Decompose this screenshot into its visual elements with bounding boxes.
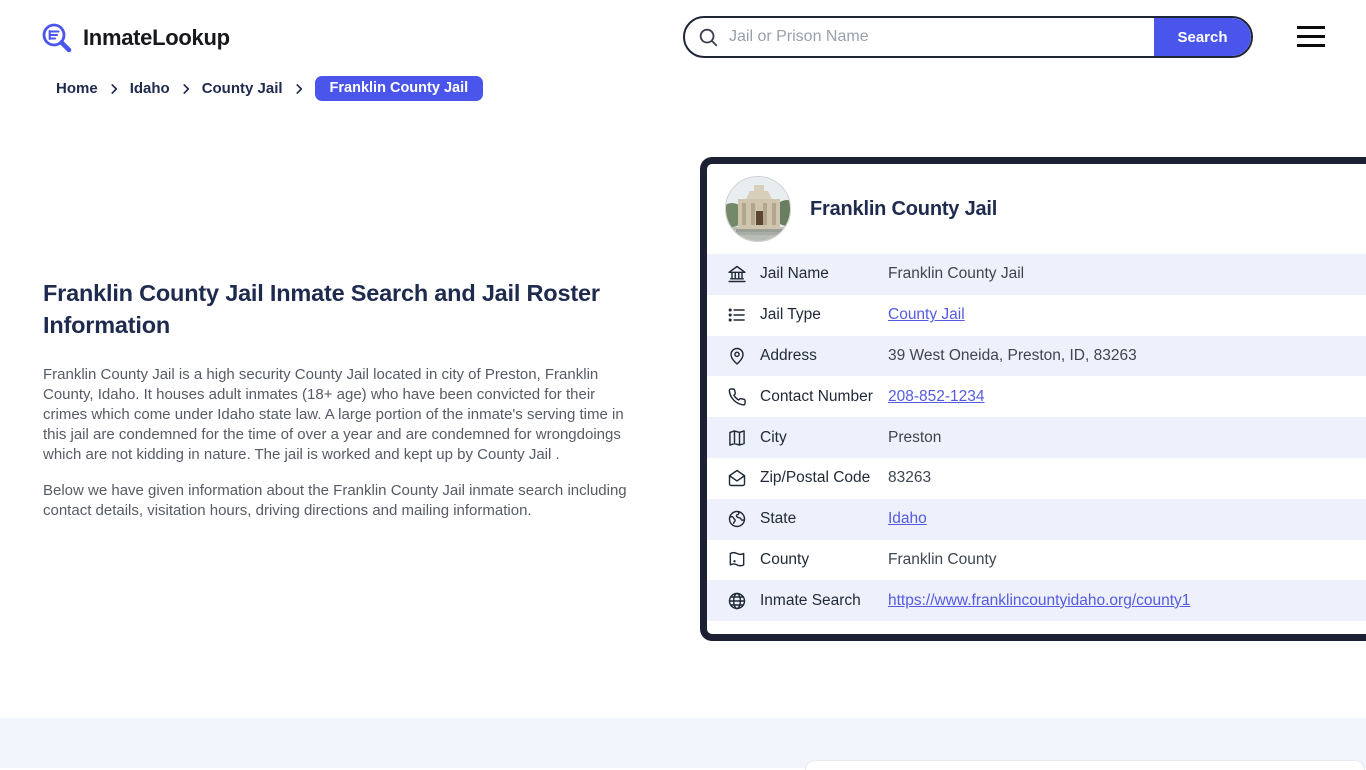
row-value-link[interactable]: https://www.franklincountyidaho.org/coun…	[888, 592, 1190, 610]
brand-name: InmateLookup	[83, 25, 230, 50]
map-icon	[727, 428, 747, 448]
breadcrumb-idaho[interactable]: Idaho	[130, 80, 170, 97]
row-label: Inmate Search	[760, 591, 861, 609]
jail-detail-row: County Franklin County	[707, 539, 1366, 581]
jail-detail-row: Address 39 West Oneida, Preston, ID, 8326…	[707, 335, 1366, 377]
magnifier-doc-icon	[40, 21, 74, 55]
phone-icon	[727, 387, 747, 407]
row-value: Franklin County	[888, 550, 997, 568]
row-label: State	[760, 510, 797, 528]
search-bar: Search	[683, 16, 1253, 58]
row-value: 39 West Oneida, Preston, ID, 83263	[888, 346, 1137, 364]
breadcrumb-county-jail[interactable]: County Jail	[202, 80, 283, 97]
list-icon	[727, 305, 747, 325]
row-label: Jail Name	[760, 265, 829, 283]
chevron-right-icon	[107, 82, 121, 96]
jail-detail-row: Zip/Postal Code 83263	[707, 457, 1366, 499]
envelope-open-icon	[727, 468, 747, 488]
bank-icon	[727, 264, 747, 284]
chevron-right-icon	[179, 82, 193, 96]
row-value: Preston	[888, 428, 942, 446]
breadcrumb-current-badge: Franklin County Jail	[314, 76, 484, 101]
jail-detail-row: Contact Number 208-852-1234	[707, 376, 1366, 418]
article: Franklin County Jail Inmate Search and J…	[43, 277, 629, 537]
bottom-section	[0, 718, 1366, 770]
row-label: Address	[760, 346, 817, 364]
row-value-link[interactable]: 208-852-1234	[888, 388, 985, 406]
breadcrumb: Home Idaho County Jail Franklin County J…	[56, 76, 484, 101]
jail-card-header: Franklin County Jail	[707, 164, 1366, 254]
courthouse-photo	[725, 176, 791, 242]
row-label: Contact Number	[760, 387, 873, 405]
breadcrumb-home[interactable]: Home	[56, 80, 98, 97]
map-pin-icon	[727, 346, 747, 366]
row-label: City	[760, 428, 787, 446]
globe-icon	[727, 591, 747, 611]
jail-detail-row: Inmate Search https://www.franklincountyi…	[707, 580, 1366, 622]
search-input[interactable]	[719, 18, 1154, 56]
globe-americas-icon	[727, 509, 747, 529]
jail-detail-row: Jail Type County Jail	[707, 294, 1366, 336]
hamburger-menu-icon[interactable]	[1297, 26, 1325, 48]
brand-logo[interactable]: InmateLookup	[40, 21, 230, 55]
row-label: Jail Type	[760, 306, 821, 324]
jail-info-card: Franklin County Jail Jail Name Franklin C…	[700, 157, 1366, 641]
jail-card-title: Franklin County Jail	[810, 197, 998, 220]
search-button[interactable]: Search	[1154, 18, 1251, 56]
page-title: Franklin County Jail Inmate Search and J…	[43, 280, 600, 338]
chevron-right-icon	[292, 82, 306, 96]
row-value: Franklin County Jail	[888, 265, 1025, 283]
jail-detail-row: City Preston	[707, 417, 1366, 458]
row-value-link[interactable]: County Jail	[888, 306, 965, 324]
intro-paragraph: Franklin County Jail is a high security …	[43, 366, 624, 463]
flag-icon	[727, 550, 747, 570]
jail-details-table: Jail Name Franklin County Jail Jail Type Co…	[707, 254, 1366, 622]
row-label: Zip/Postal Code	[760, 469, 871, 487]
info-paragraph: Below we have given information about th…	[43, 482, 627, 519]
row-value: 83263	[888, 469, 932, 487]
jail-detail-row: State Idaho	[707, 498, 1366, 540]
jail-detail-row: Jail Name Franklin County Jail	[707, 254, 1366, 295]
row-label: County	[760, 550, 810, 568]
search-icon	[685, 18, 719, 56]
row-value-link[interactable]: Idaho	[888, 510, 927, 528]
next-card-peek	[805, 760, 1365, 770]
